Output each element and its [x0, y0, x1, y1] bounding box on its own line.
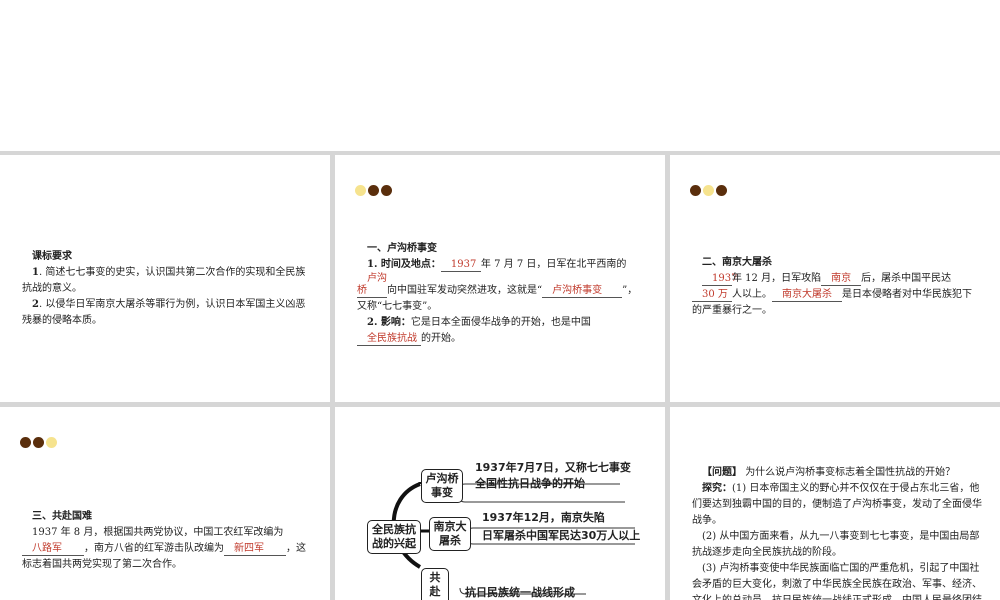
- mindmap-leaf: 全国性抗日战争的开始: [475, 477, 585, 490]
- dots-icon: [690, 185, 727, 196]
- explore-p1: 探究：(1) 日本帝国主义的野心并不仅仅在于侵占东北三省，他们要达到独霸中国的目…: [692, 483, 982, 526]
- slide-lugouqiao[interactable]: 一、卢沟桥事变 1. 时间及地点： 1937 年 7 月 7 日，日军在北平西南的卢…: [335, 155, 665, 402]
- slide-curriculum[interactable]: 课标要求 1. 简述七七事变的史实，认识国共第二次合作的实现和全民族抗战的意义。…: [0, 155, 330, 402]
- mindmap-leaf: 1937年7月7日，又称七七事变: [475, 461, 631, 474]
- mindmap-root: 全民族抗战的兴起: [367, 520, 421, 554]
- slide-nanjing[interactable]: 二、南京大屠杀 1937年 12 月，日军攻陷 南京 后，屠杀中国平民达30 万人以…: [670, 155, 1000, 402]
- blank-top-area: [0, 0, 1000, 151]
- requirement-2: 2. 以侵华日军南京大屠杀等罪行为例，认识日本军国主义凶恶残暴的侵略本质。: [22, 299, 306, 326]
- mindmap-connectors: [391, 482, 635, 595]
- slide-question[interactable]: 【问题】 为什么说卢沟桥事变标志着全国性抗战的开始？ 探究：(1) 日本帝国主义…: [670, 407, 1000, 600]
- heading: 三、共赴国难: [32, 511, 92, 522]
- time-place-paragraph: 1. 时间及地点： 1937 年 7 月 7 日，日军在北平西南的卢沟桥 向中国驻军发…: [357, 259, 638, 312]
- heading: 课标要求: [32, 251, 72, 262]
- dots-icon: [355, 185, 392, 196]
- explore-p2: (2) 从中国方面来看，从九一八事变到七七事变，是中国由局部抗战逐步走向全民族抗…: [692, 531, 980, 558]
- slide-mindmap[interactable]: 全民族抗战的兴起 卢沟桥事变 南京大屠杀 共赴国难 1937年7月7日，又称七七…: [335, 407, 665, 600]
- mindmap-node-cooperation: 共赴国难: [421, 568, 449, 600]
- mindmap-leaf: 1937年12月，南京失陷: [482, 511, 605, 524]
- nanjing-paragraph: 1937年 12 月，日军攻陷 南京 后，屠杀中国平民达30 万人以上。 南京大屠杀是…: [692, 273, 972, 316]
- slide-cooperation[interactable]: 三、共赴国难 1937 年 8 月，根据国共两党协议，中国工农红军改编为八路军，…: [0, 407, 330, 600]
- mindmap-node-lugouqiao: 卢沟桥事变: [421, 469, 463, 503]
- requirement-1: 1. 简述七七事变的史实，认识国共第二次合作的实现和全民族抗战的意义。: [22, 267, 306, 294]
- heading: 一、卢沟桥事变: [367, 243, 437, 254]
- dots-icon: [20, 437, 57, 448]
- impact-paragraph: 2. 影响：它是日本全面侵华战争的开始，也是中国全民族抗战 的开始。: [357, 315, 645, 347]
- explore-p3: (3) 卢沟桥事变使中华民族面临亡国的严重危机，引起了中国社会矛盾的巨大变化，刺…: [692, 563, 982, 600]
- heading: 二、南京大屠杀: [702, 257, 772, 268]
- mindmap-leaf: 日军屠杀中国军民达30万人以上: [482, 529, 641, 542]
- mindmap-node-nanjing: 南京大屠杀: [429, 517, 471, 551]
- question: 【问题】 为什么说卢沟桥事变标志着全国性抗战的开始？: [702, 467, 956, 478]
- mindmap-leaf: 抗日民族统一战线形成: [465, 586, 575, 599]
- cooperation-paragraph: 1937 年 8 月，根据国共两党协议，中国工农红军改编为八路军 ，南方八省的红军…: [22, 527, 306, 570]
